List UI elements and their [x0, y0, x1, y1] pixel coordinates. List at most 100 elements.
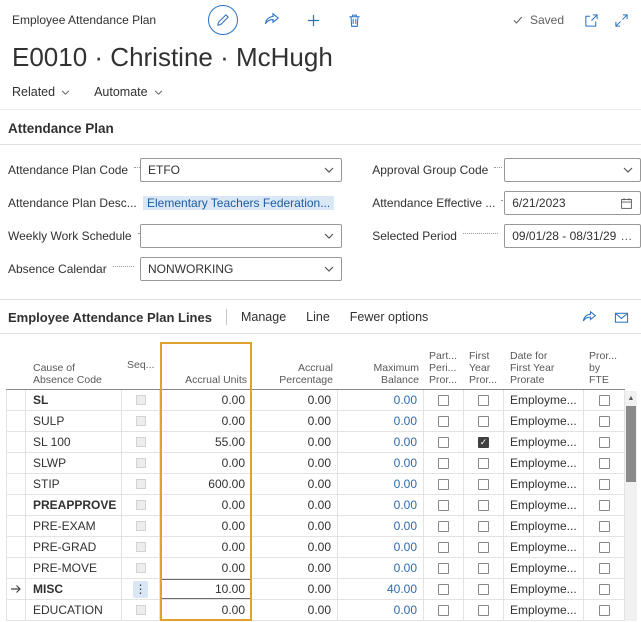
cell-accrual-units[interactable]: 55.00 — [160, 432, 252, 453]
cell-partial-period-prorate[interactable] — [424, 600, 464, 621]
cell-accrual-percentage[interactable]: 0.00 — [252, 495, 338, 516]
cell-partial-period-prorate[interactable] — [424, 516, 464, 537]
col-header-seq[interactable]: Seq... — [122, 342, 160, 389]
first-year-prorate-checkbox[interactable] — [478, 499, 489, 511]
menu-item-fewer-options[interactable]: Fewer options — [350, 310, 429, 324]
cell-cause-of-absence-code[interactable]: MISC — [26, 579, 122, 600]
cell-first-year-prorate[interactable] — [464, 453, 504, 474]
cell-accrual-percentage[interactable]: 0.00 — [252, 390, 338, 411]
table-row[interactable]: SLWP 0.00 0.00 0.00 Employme... — [6, 453, 625, 474]
prorate-by-fte-checkbox[interactable] — [598, 541, 610, 553]
cell-partial-period-prorate[interactable] — [424, 432, 464, 453]
row-selector-cell[interactable] — [6, 579, 26, 600]
share-lines-button[interactable] — [582, 310, 597, 325]
row-selector-cell[interactable] — [6, 474, 26, 495]
prorate-by-fte-checkbox[interactable] — [598, 478, 610, 490]
cell-accrual-percentage[interactable]: 0.00 — [252, 600, 338, 621]
partial-period-prorate-checkbox[interactable] — [438, 562, 449, 574]
cell-maximum-balance[interactable]: 0.00 — [338, 495, 424, 516]
col-header-date-for-first-year-prorate[interactable]: Date for First Year Prorate — [504, 342, 584, 389]
cell-accrual-units[interactable]: 10.00 — [160, 579, 252, 600]
cell-prorate-by-fte[interactable] — [584, 495, 625, 516]
attendance-plan-description-field[interactable]: Elementary Teachers Federation... — [140, 191, 343, 215]
cell-accrual-units[interactable]: 0.00 — [160, 537, 252, 558]
cell-seq[interactable] — [122, 537, 160, 558]
prorate-by-fte-checkbox[interactable] — [598, 583, 610, 595]
col-header-accrual-units[interactable]: Accrual Units — [160, 342, 252, 389]
cell-first-year-prorate[interactable] — [464, 579, 504, 600]
row-selector-cell[interactable] — [6, 390, 26, 411]
partial-period-prorate-checkbox[interactable] — [438, 520, 449, 532]
cell-date-for-first-year-prorate[interactable]: Employme... — [504, 600, 584, 621]
cell-maximum-balance[interactable]: 0.00 — [338, 600, 424, 621]
cell-cause-of-absence-code[interactable]: SLWP — [26, 453, 122, 474]
col-header-prorate-by-fte[interactable]: Pror... by FTE — [584, 342, 625, 389]
row-selector-cell[interactable] — [6, 495, 26, 516]
partial-period-prorate-checkbox[interactable] — [438, 457, 449, 469]
prorate-by-fte-checkbox[interactable] — [598, 415, 610, 427]
cell-partial-period-prorate[interactable] — [424, 558, 464, 579]
automate-menu[interactable]: Automate — [94, 85, 163, 99]
prorate-by-fte-checkbox[interactable] — [598, 394, 610, 406]
first-year-prorate-checkbox[interactable] — [478, 520, 489, 532]
cell-cause-of-absence-code[interactable]: SULP — [26, 411, 122, 432]
cell-prorate-by-fte[interactable] — [584, 453, 625, 474]
cell-accrual-units[interactable]: 0.00 — [160, 516, 252, 537]
col-header-first-year-prorate[interactable]: First Year Pror... — [464, 342, 504, 389]
partial-period-prorate-checkbox[interactable] — [438, 478, 449, 490]
cell-accrual-percentage[interactable]: 0.00 — [252, 474, 338, 495]
add-button[interactable] — [306, 13, 321, 28]
cell-maximum-balance[interactable]: 0.00 — [338, 558, 424, 579]
vertical-scrollbar[interactable]: ▲ — [625, 391, 637, 621]
cell-accrual-units[interactable]: 0.00 — [160, 453, 252, 474]
cell-first-year-prorate[interactable] — [464, 516, 504, 537]
table-row[interactable]: PRE-GRAD 0.00 0.00 0.00 Employme... — [6, 537, 625, 558]
attendance-plan-code-combobox[interactable]: ETFO — [140, 158, 343, 182]
first-year-prorate-checkbox[interactable] — [478, 541, 489, 553]
col-header-partial-period-prorate[interactable]: Part... Peri... Pror... — [424, 342, 464, 389]
partial-period-prorate-checkbox[interactable] — [438, 394, 449, 406]
cell-seq[interactable] — [122, 432, 160, 453]
partial-period-prorate-checkbox[interactable] — [438, 415, 449, 427]
cell-accrual-units[interactable]: 0.00 — [160, 558, 252, 579]
prorate-by-fte-checkbox[interactable] — [598, 562, 610, 574]
cell-partial-period-prorate[interactable] — [424, 537, 464, 558]
col-header-maximum-balance[interactable]: Maximum Balance — [338, 342, 424, 389]
cell-date-for-first-year-prorate[interactable]: Employme... — [504, 390, 584, 411]
calendar-icon[interactable] — [620, 197, 633, 210]
cell-prorate-by-fte[interactable] — [584, 390, 625, 411]
cell-date-for-first-year-prorate[interactable]: Employme... — [504, 516, 584, 537]
cell-partial-period-prorate[interactable] — [424, 411, 464, 432]
cell-date-for-first-year-prorate[interactable]: Employme... — [504, 453, 584, 474]
cell-cause-of-absence-code[interactable]: PREAPPROVE — [26, 495, 122, 516]
chevron-down-icon[interactable] — [324, 167, 334, 173]
table-row[interactable]: PREAPPROVE 0.00 0.00 0.00 Employme... — [6, 495, 625, 516]
cell-prorate-by-fte[interactable] — [584, 474, 625, 495]
cell-date-for-first-year-prorate[interactable]: Employme... — [504, 495, 584, 516]
cell-prorate-by-fte[interactable] — [584, 432, 625, 453]
cell-first-year-prorate[interactable] — [464, 390, 504, 411]
partial-period-prorate-checkbox[interactable] — [438, 499, 449, 511]
cell-partial-period-prorate[interactable] — [424, 474, 464, 495]
prorate-by-fte-checkbox[interactable] — [598, 436, 610, 448]
table-row[interactable]: MISC ⋮ 10.00 0.00 40.00 Employme... — [6, 579, 625, 600]
attendance-plan-section-title[interactable]: Attendance Plan — [0, 110, 641, 145]
cell-accrual-percentage[interactable]: 0.00 — [252, 432, 338, 453]
row-selector-cell[interactable] — [6, 432, 26, 453]
prorate-by-fte-checkbox[interactable] — [598, 520, 610, 532]
cell-cause-of-absence-code[interactable]: PRE-EXAM — [26, 516, 122, 537]
cell-accrual-units[interactable]: 600.00 — [160, 474, 252, 495]
cell-first-year-prorate[interactable]: ✓ — [464, 432, 504, 453]
cell-accrual-percentage[interactable]: 0.00 — [252, 579, 338, 600]
cell-seq[interactable] — [122, 390, 160, 411]
row-ellipsis-menu[interactable]: ⋮ — [133, 580, 148, 598]
first-year-prorate-checkbox[interactable] — [478, 478, 489, 490]
row-selector-cell[interactable] — [6, 516, 26, 537]
cell-maximum-balance[interactable]: 0.00 — [338, 390, 424, 411]
cell-maximum-balance[interactable]: 0.00 — [338, 453, 424, 474]
selected-period-field[interactable]: 09/01/28 - 08/31/29 … — [504, 224, 641, 248]
chevron-down-icon[interactable] — [623, 167, 633, 173]
prorate-by-fte-checkbox[interactable] — [598, 499, 610, 511]
first-year-prorate-checkbox[interactable] — [478, 562, 489, 574]
cell-first-year-prorate[interactable] — [464, 558, 504, 579]
